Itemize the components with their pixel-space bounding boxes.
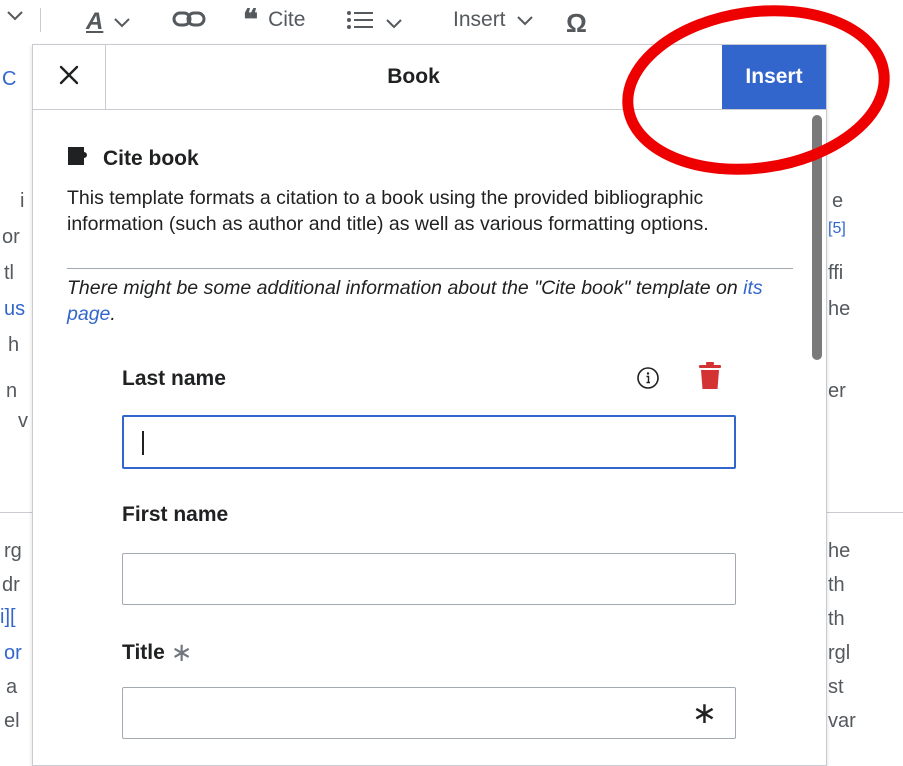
toolbar-divider xyxy=(40,8,41,32)
article-rule xyxy=(826,512,903,513)
article-fragment: n xyxy=(6,380,18,402)
template-description: This template formats a citation to a bo… xyxy=(67,187,709,235)
article-fragment: ffi xyxy=(828,262,844,284)
article-fragment: er xyxy=(828,380,846,402)
text-style-dropdown[interactable]: A xyxy=(86,8,131,36)
cite-book-dialog: Book Insert Cite book This template form… xyxy=(32,44,827,766)
article-fragment: us xyxy=(4,298,26,320)
cite-button[interactable]: ❝ Cite xyxy=(243,4,306,35)
omega-icon: Ω xyxy=(566,8,587,38)
text-cursor xyxy=(142,431,144,455)
chevron-down-icon xyxy=(6,8,24,26)
delete-icon[interactable] xyxy=(699,362,721,395)
template-note-text: There might be some additional informati… xyxy=(67,277,744,299)
list-dropdown[interactable] xyxy=(345,8,403,38)
close-icon xyxy=(59,65,79,90)
first-name-label-text: First name xyxy=(122,503,229,526)
template-header: Cite book xyxy=(67,145,199,173)
dialog-header: Book Insert xyxy=(33,45,826,110)
article-fragment: e xyxy=(832,190,844,212)
link-icon xyxy=(172,8,206,36)
article-rule xyxy=(0,512,32,513)
chevron-down-icon xyxy=(113,10,131,34)
article-fragment: st xyxy=(828,676,844,698)
template-note: There might be some additional informati… xyxy=(67,275,787,327)
toolbar-more-dropdown[interactable] xyxy=(6,8,24,26)
list-icon xyxy=(345,8,375,38)
article-fragment: he xyxy=(828,540,851,562)
template-name: Cite book xyxy=(103,147,199,170)
last-name-input[interactable] xyxy=(122,415,736,469)
dialog-scrollbar[interactable] xyxy=(812,115,822,360)
dialog-title: Book xyxy=(387,65,440,88)
first-name-input[interactable] xyxy=(122,553,736,605)
special-character-button[interactable]: Ω xyxy=(566,8,587,39)
editor-toolbar: A ❝ Cite Insert Ω xyxy=(0,0,903,44)
article-fragment: a xyxy=(6,676,18,698)
required-star-icon: ∗ xyxy=(691,697,717,730)
article-fragment: rgl xyxy=(828,642,851,664)
article-fragment: h xyxy=(8,334,20,356)
title-label-text: Title xyxy=(122,640,165,664)
article-fragment: var xyxy=(828,710,856,732)
chevron-down-icon xyxy=(516,8,534,32)
article-fragment: i][ xyxy=(0,606,16,628)
template-divider xyxy=(67,268,793,269)
last-name-label-text: Last name xyxy=(122,367,226,390)
text-style-icon: A xyxy=(86,8,104,35)
article-fragment: v xyxy=(18,410,28,432)
insert-button[interactable]: Insert xyxy=(722,45,826,109)
insert-label: Insert xyxy=(453,8,506,31)
close-button[interactable] xyxy=(33,45,106,109)
article-fragment: [5] xyxy=(828,220,846,237)
insert-dropdown[interactable]: Insert xyxy=(453,8,534,32)
article-fragment: or xyxy=(4,642,22,664)
article-fragment: el xyxy=(4,710,20,732)
title-input[interactable]: ∗ xyxy=(122,687,736,739)
title-label: Title ∗ xyxy=(122,637,193,668)
puzzle-icon xyxy=(67,145,93,173)
article-fragment: rg xyxy=(4,540,22,562)
article-fragment: th xyxy=(828,574,845,596)
cite-label: Cite xyxy=(268,8,306,31)
last-name-label: Last name xyxy=(122,367,226,391)
article-fragment: tl xyxy=(4,262,14,284)
chevron-down-icon xyxy=(385,11,403,35)
article-fragment: i xyxy=(20,190,25,212)
link-button[interactable] xyxy=(172,8,206,36)
article-fragment: he xyxy=(828,298,851,320)
required-star-icon: ∗ xyxy=(170,637,193,667)
first-name-label: First name xyxy=(122,503,228,527)
article-fragment: C xyxy=(2,68,17,90)
quote-icon: ❝ xyxy=(243,4,259,35)
article-fragment: or xyxy=(2,226,20,248)
article-fragment: th xyxy=(828,608,845,630)
template-note-end: . xyxy=(110,303,116,325)
info-icon[interactable] xyxy=(636,366,660,395)
article-fragment: dr xyxy=(2,574,20,596)
